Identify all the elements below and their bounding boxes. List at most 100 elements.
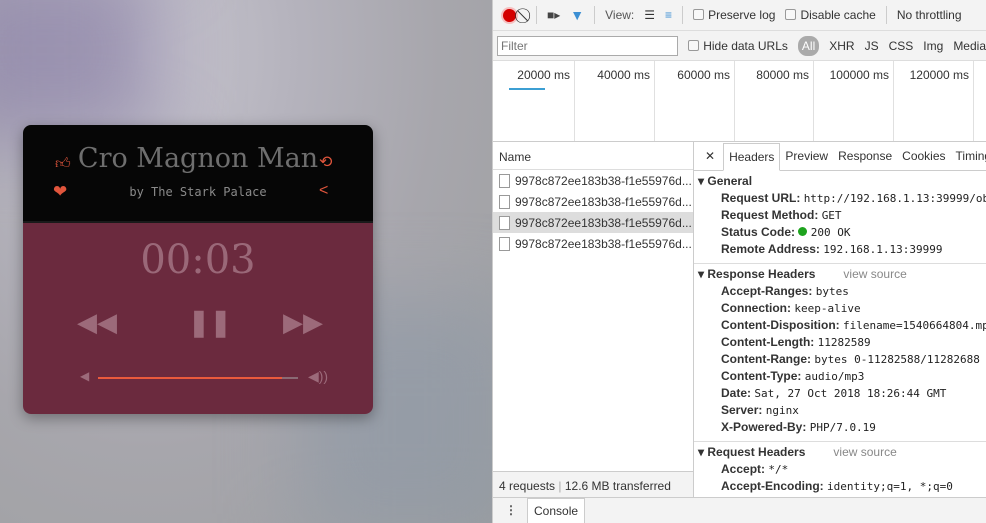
tab-headers[interactable]: Headers (723, 143, 781, 171)
request-row-selected[interactable]: 9978c872ee183b38-f1e55976d... (493, 212, 693, 233)
more-menu-icon[interactable]: ⋮ (493, 503, 517, 523)
header-value: filename=1540664804.mp (843, 319, 986, 332)
header-key: Server: (721, 403, 763, 417)
request-headers-header[interactable]: ▾ Request Headers view source (698, 445, 986, 462)
general-section: ▾ General Request URL: http://192.168.1.… (694, 171, 986, 264)
header-value: */* (768, 463, 789, 476)
record-icon[interactable] (503, 8, 516, 22)
tab-response[interactable]: Response (833, 149, 897, 170)
type-filter-img[interactable]: Img (923, 39, 943, 53)
request-list: Name 9978c872ee183b38-f1e55976d... 9978c… (493, 142, 694, 497)
timeline-tick: 60000 ms (655, 61, 735, 141)
header-key: Status Code: (721, 225, 796, 239)
tab-preview[interactable]: Preview (780, 149, 833, 170)
header-value: bytes 0-11282588/11282688 (814, 353, 980, 366)
general-section-header[interactable]: ▾ General (698, 174, 986, 191)
network-summary: 4 requests | 12.6 MB transferred (493, 471, 693, 497)
header-value: Sat, 27 Oct 2018 18:26:44 GMT (754, 387, 947, 400)
player-header: 👍︎ ❤ ⟲ < Cro Magnon Man by The Stark Pal… (23, 125, 373, 223)
header-value: 192.168.1.13:39999 (823, 243, 943, 256)
file-icon (499, 236, 510, 251)
rewind-icon[interactable]: ◀◀ (77, 309, 117, 335)
header-row: Remote Address: 192.168.1.13:39999 (698, 242, 986, 259)
header-value: audio/mp3 (804, 370, 865, 383)
header-value: http://192.168.1.13:39999/ob (803, 192, 986, 205)
request-details: ✕ Headers Preview Response Cookies Timin… (694, 142, 986, 497)
header-value: 11282589 (817, 336, 871, 349)
request-headers-section: ▾ Request Headers view source Accept: */*… (694, 442, 986, 497)
response-headers-section: ▾ Response Headers view source Accept-Ran… (694, 264, 986, 442)
network-toolbar: ⃠ ■▸ ▼ View: ☰ ≡ Preserve log Disable ca… (493, 0, 986, 31)
disable-cache-checkbox[interactable]: Disable cache (785, 8, 876, 22)
timeline-tick: 100000 ms (814, 61, 894, 141)
divider (682, 6, 684, 24)
song-title: Cro Magnon Man (77, 143, 319, 174)
filter-icon[interactable]: ▼ (570, 7, 584, 23)
close-icon[interactable]: ✕ (700, 149, 723, 170)
header-key: Connection: (721, 301, 791, 315)
timeline-tick: 120000 ms (894, 61, 974, 141)
header-row: Content-Disposition: filename=1540664804… (698, 318, 986, 335)
pause-icon[interactable]: ❚❚ (188, 309, 232, 335)
filter-input[interactable] (497, 35, 679, 56)
header-value: keep-alive (794, 302, 861, 315)
volume-high-icon: ◀)) (308, 368, 329, 384)
volume-fill (98, 377, 282, 379)
large-rows-icon[interactable]: ☰ (644, 8, 655, 22)
header-row: Content-Type: audio/mp3 (698, 369, 986, 386)
type-filter-all[interactable]: All (797, 35, 820, 56)
header-value: identity;q=1, *;q=0 (827, 480, 953, 493)
file-icon (499, 194, 510, 209)
waterfall-icon[interactable]: ≡ (665, 8, 672, 22)
tab-timing[interactable]: Timing (951, 149, 986, 170)
header-row: Connection: keep-alive (698, 301, 986, 318)
timeline-tick: 80000 ms (735, 61, 814, 141)
header-key: Accept-Ranges: (721, 284, 813, 298)
header-key: Content-Type: (721, 369, 802, 383)
header-key: Content-Range: (721, 352, 811, 366)
file-icon (499, 173, 510, 188)
header-row: Date: Sat, 27 Oct 2018 18:26:44 GMT (698, 386, 986, 403)
header-row: X-Powered-By: PHP/7.0.19 (698, 420, 986, 437)
elapsed-time: 00:03 (140, 237, 256, 283)
tab-cookies[interactable]: Cookies (897, 149, 950, 170)
devtools-network-panel: ⃠ ■▸ ▼ View: ☰ ≡ Preserve log Disable ca… (492, 0, 986, 523)
request-row[interactable]: 9978c872ee183b38-f1e55976d... (493, 191, 693, 212)
throttling-select[interactable]: No throttling (897, 8, 962, 22)
divider (536, 6, 537, 24)
header-key: Accept: (721, 462, 766, 476)
fast-forward-icon[interactable]: ▶▶ (283, 309, 323, 335)
header-row: Server: nginx (698, 403, 986, 420)
view-source-link[interactable]: view source (833, 445, 896, 459)
name-column-header[interactable]: Name (493, 142, 693, 170)
request-row[interactable]: 9978c872ee183b38-f1e55976d... (493, 170, 693, 191)
type-filter-css[interactable]: CSS (889, 39, 914, 53)
song-artist: by The Stark Palace (129, 185, 267, 199)
volume-slider[interactable] (98, 377, 298, 379)
console-tab[interactable]: Console (527, 498, 586, 523)
details-tabs: ✕ Headers Preview Response Cookies Timin… (694, 142, 986, 171)
header-key: Accept-Encoding: (721, 479, 824, 493)
header-row: Accept-Encoding: identity;q=1, *;q=0 (698, 479, 986, 496)
type-filter-js[interactable]: JS (865, 39, 879, 53)
response-headers-header[interactable]: ▾ Response Headers view source (698, 267, 986, 284)
file-icon (499, 215, 510, 230)
preserve-log-checkbox[interactable]: Preserve log (693, 8, 775, 22)
timeline-activity-bar (509, 88, 545, 90)
timeline-overview[interactable]: 20000 ms 40000 ms 60000 ms 80000 ms 1000… (493, 61, 986, 142)
page-background: 👍︎ ❤ ⟲ < Cro Magnon Man by The Stark Pal… (0, 0, 492, 523)
timeline-tick: 40000 ms (575, 61, 655, 141)
request-row[interactable]: 9978c872ee183b38-f1e55976d... (493, 233, 693, 254)
header-value: nginx (765, 404, 799, 417)
capture-screenshots-icon[interactable]: ■▸ (547, 8, 560, 22)
timeline-tick: 20000 ms (493, 61, 575, 141)
type-filter-media[interactable]: Media (953, 39, 986, 53)
view-source-link[interactable]: view source (843, 267, 906, 281)
player-controls: 00:03 ◀◀ ❚❚ ▶▶ ◀ ◀)) (23, 223, 373, 414)
hide-data-urls-checkbox[interactable]: Hide data URLs (688, 39, 788, 53)
divider (885, 6, 887, 24)
console-drawer: ⋮ Console (493, 497, 986, 523)
type-filter-xhr[interactable]: XHR (829, 39, 854, 53)
status-ok-icon (798, 227, 808, 236)
header-row: Accept: */* (698, 462, 986, 479)
